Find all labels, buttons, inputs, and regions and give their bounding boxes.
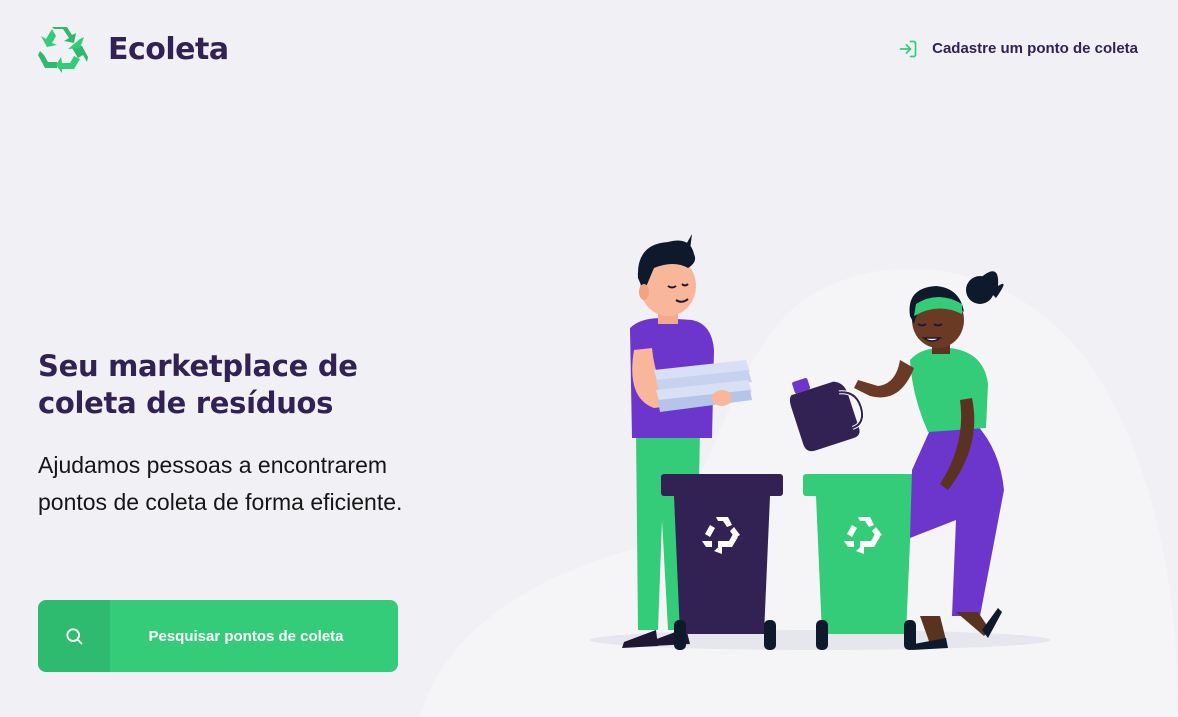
recycle-logo-icon [38, 27, 88, 73]
recycling-illustration [420, 234, 1178, 717]
brand: Ecoleta [38, 27, 229, 73]
cta-icon-box [38, 600, 110, 672]
search-icon [66, 628, 83, 645]
header: Ecoleta Cadastre um ponto de coleta [0, 0, 1178, 100]
hero-title: Seu marketplace de coleta de resíduos [38, 349, 358, 420]
landing-page: Ecoleta Cadastre um ponto de coleta Seu … [0, 0, 1178, 717]
search-points-label: Pesquisar pontos de coleta [148, 627, 344, 645]
register-point-link[interactable]: Cadastre um ponto de coleta [898, 38, 1138, 60]
brand-name: Ecoleta [108, 32, 229, 67]
log-in-icon [899, 40, 917, 58]
register-point-label: Cadastre um ponto de coleta [932, 40, 1138, 57]
search-points-button[interactable]: Pesquisar pontos de coleta [38, 600, 398, 672]
hero-description: Ajudamos pessoas a encontrarem pontos de… [38, 452, 403, 515]
dark-recycling-bin [661, 474, 783, 650]
green-recycling-bin [803, 474, 925, 650]
